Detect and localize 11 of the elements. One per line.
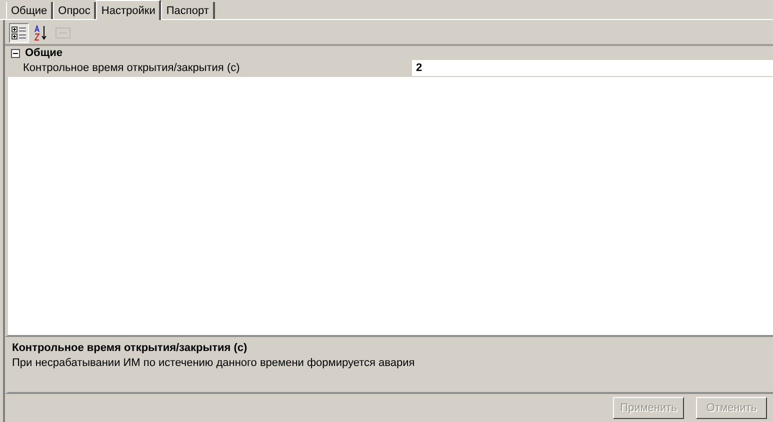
- tab[interactable]: Паспорт: [161, 2, 215, 19]
- property-value-field[interactable]: 2: [412, 60, 773, 76]
- category-label: Общие: [25, 47, 63, 59]
- collapse-icon[interactable]: [11, 48, 20, 58]
- tab[interactable]: Настройки: [96, 0, 162, 20]
- categorized-button[interactable]: [9, 23, 29, 43]
- description-title: Контрольное время открытия/закрытия (c): [12, 342, 248, 354]
- tab[interactable]: Общие: [6, 2, 54, 19]
- property-name[interactable]: Контрольное время открытия/закрытия (c): [8, 60, 412, 76]
- tab[interactable]: Опрос: [53, 2, 96, 19]
- description-text: При несрабатывании ИМ по истечению данного времени формируется авария: [12, 357, 416, 369]
